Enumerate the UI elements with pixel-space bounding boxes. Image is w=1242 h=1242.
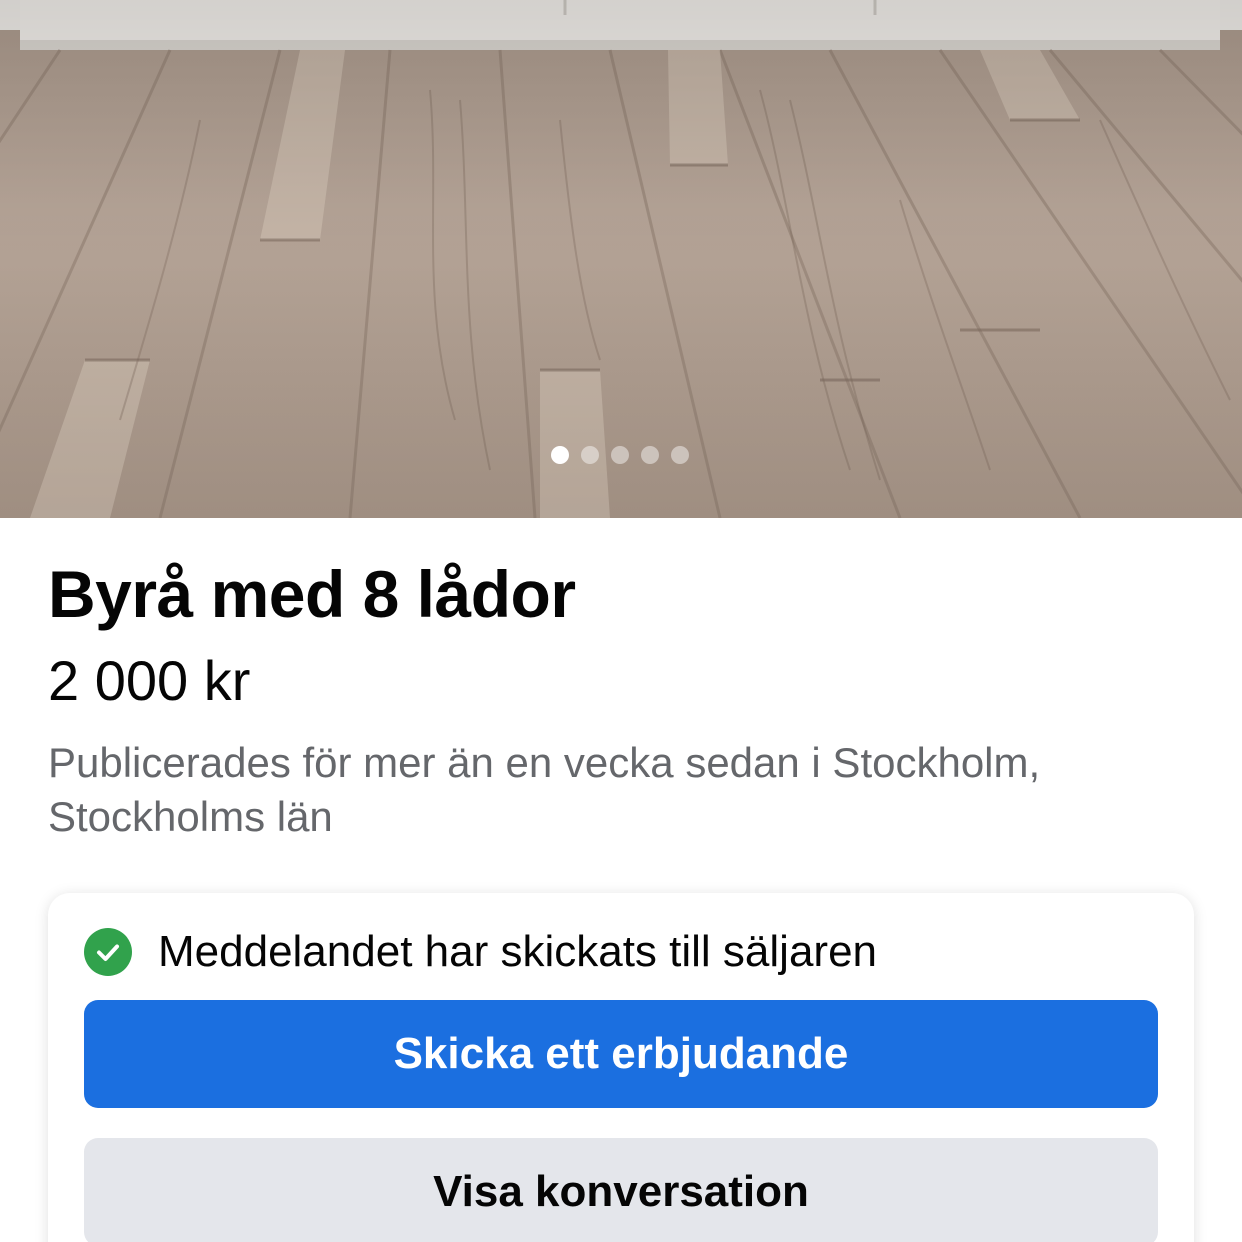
pager-dot[interactable] bbox=[551, 446, 569, 464]
listing-posted-info: Publicerades för mer än en vecka sedan i… bbox=[48, 739, 1041, 840]
message-sent-card: Meddelandet har skickats till säljaren S… bbox=[48, 893, 1194, 1242]
message-status: Meddelandet har skickats till säljaren bbox=[84, 927, 877, 977]
view-conversation-button[interactable]: Visa konversation bbox=[84, 1138, 1158, 1242]
check-circle-icon bbox=[84, 928, 132, 976]
listing-title: Byrå med 8 lådor bbox=[48, 557, 576, 631]
listing-photo[interactable] bbox=[0, 0, 1242, 518]
marketplace-listing-page: Byrå med 8 lådor 2 000 kr Publicerades f… bbox=[0, 0, 1242, 1242]
photo-pager[interactable] bbox=[551, 446, 689, 464]
listing-price: 2 000 kr bbox=[48, 649, 251, 712]
floor-photo-image bbox=[0, 0, 1242, 518]
pager-dot[interactable] bbox=[581, 446, 599, 464]
message-status-text: Meddelandet har skickats till säljaren bbox=[158, 927, 878, 976]
pager-dot[interactable] bbox=[671, 446, 689, 464]
send-offer-button[interactable]: Skicka ett erbjudande bbox=[84, 1000, 1158, 1108]
pager-dot[interactable] bbox=[641, 446, 659, 464]
pager-dot[interactable] bbox=[611, 446, 629, 464]
